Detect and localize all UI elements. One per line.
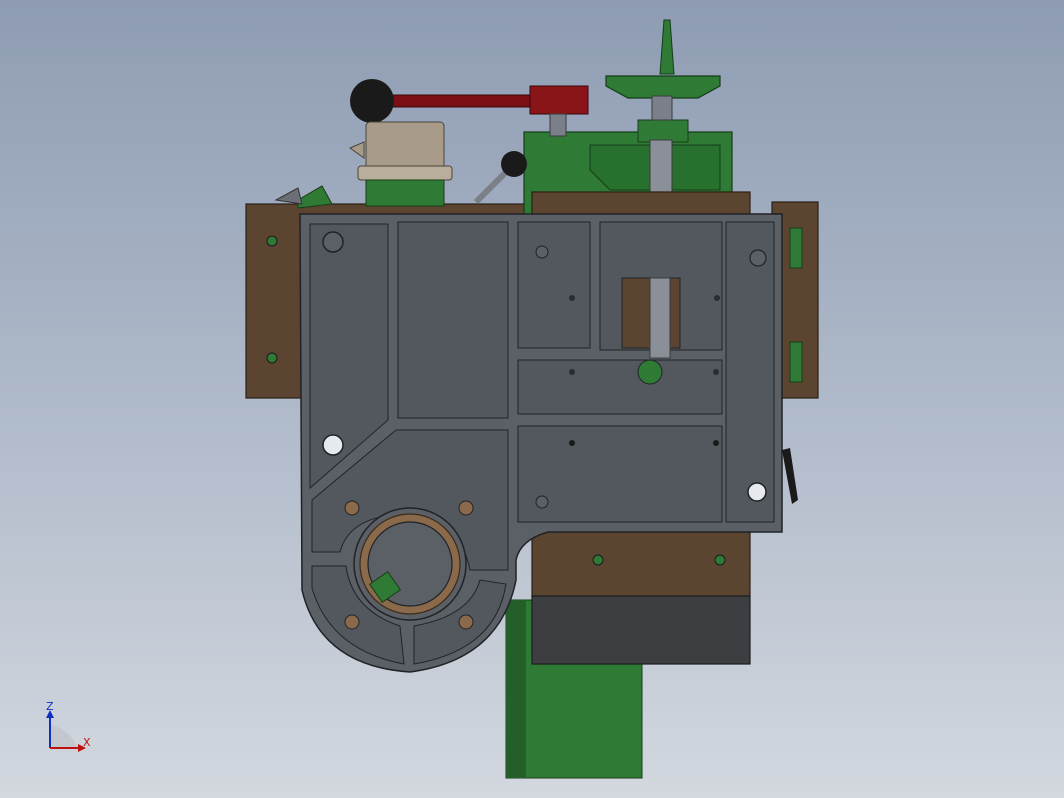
screw-hole — [458, 500, 474, 516]
column-base-shade — [506, 600, 526, 778]
housing-hole — [749, 249, 767, 267]
screw-hole — [535, 495, 549, 509]
lower-dark-block — [531, 595, 751, 665]
lever-knob[interactable] — [350, 79, 394, 123]
handwheel-hub — [651, 95, 673, 121]
handwheel[interactable] — [605, 75, 721, 99]
left-green-tab — [297, 185, 333, 209]
housing-panel-tl — [517, 221, 591, 349]
feed-handle-knob[interactable] — [501, 151, 527, 177]
small-hole — [569, 295, 575, 301]
plate-bolt — [266, 235, 278, 247]
housing-panel-mr — [517, 359, 723, 415]
side-lock-handle[interactable] — [782, 448, 798, 504]
lever-arm[interactable] — [383, 94, 535, 108]
housing-hole — [322, 231, 344, 253]
block-bolt — [714, 554, 726, 566]
x-axis-label: X — [83, 736, 91, 749]
housing-hole — [322, 434, 344, 456]
window-shaft — [649, 277, 671, 359]
cad-model-view[interactable]: Z X — [0, 0, 1064, 798]
quill-collar — [365, 121, 445, 171]
small-hole — [569, 369, 575, 375]
block-bolt — [592, 554, 604, 566]
housing-panel-upper — [397, 221, 509, 419]
axis-triad: Z X — [46, 700, 91, 752]
shaft-end — [637, 359, 663, 385]
wing-nut[interactable] — [348, 141, 365, 159]
screw-hole — [535, 245, 549, 259]
small-hole — [714, 295, 720, 301]
z-axis-label: Z — [46, 700, 54, 713]
collar-green-base — [365, 179, 445, 207]
small-hole — [713, 369, 719, 375]
lever-hub — [529, 85, 589, 115]
housing-hole — [747, 482, 767, 502]
lever-post — [549, 113, 567, 137]
screw-hole — [458, 614, 474, 630]
small-hole — [713, 440, 719, 446]
left-gray-tab — [274, 187, 303, 205]
right-slide-strip — [789, 227, 803, 269]
right-slide-strip — [789, 341, 803, 383]
cad-viewport[interactable]: Z X — [0, 0, 1064, 798]
spindle-collar — [637, 119, 689, 143]
screw-hole — [344, 614, 360, 630]
housing-panel-br — [517, 425, 723, 523]
small-hole — [569, 440, 575, 446]
quill-collar-ring — [357, 165, 453, 181]
plate-bolt — [266, 352, 278, 364]
handwheel-handle[interactable] — [659, 19, 675, 75]
screw-hole — [344, 500, 360, 516]
triad-plane — [50, 724, 78, 748]
housing-panel-right — [725, 221, 775, 523]
